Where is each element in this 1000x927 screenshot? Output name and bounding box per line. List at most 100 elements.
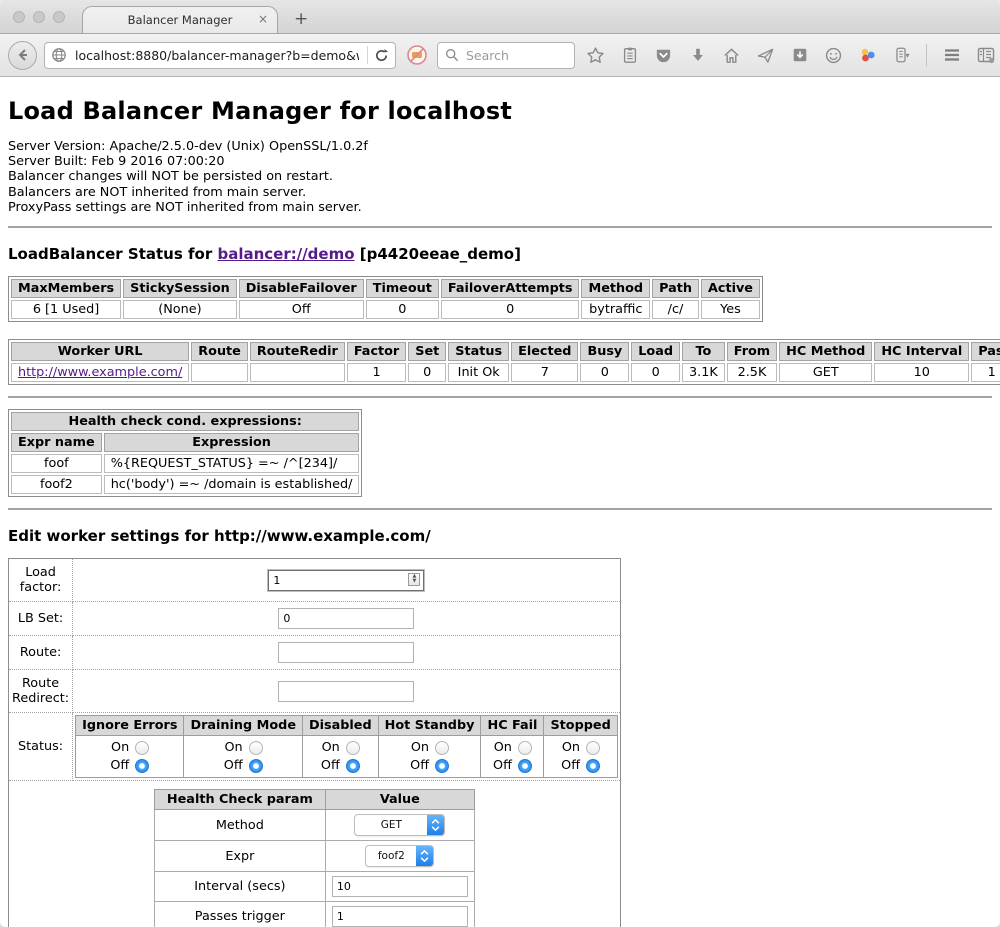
menu-button[interactable] (938, 42, 965, 69)
hc-fail-on-radio[interactable] (518, 741, 532, 755)
table-header-row: Expr name Expression (11, 433, 359, 452)
col-header: HC Method (779, 342, 872, 361)
table-title-row: Health check cond. expressions: (11, 412, 359, 431)
block-icon (406, 44, 428, 66)
feedback-button[interactable] (820, 42, 847, 69)
send-tab-button[interactable] (752, 42, 779, 69)
hc-row-passes: Passes trigger (154, 902, 474, 927)
cell-worker-url: http://www.example.com/ (11, 363, 189, 382)
extension-dots-button[interactable] (854, 42, 881, 69)
send-icon (756, 46, 775, 65)
bookmark-star-button[interactable] (582, 42, 609, 69)
hc-expr-select[interactable]: foof2 (365, 845, 434, 867)
url-divider (367, 46, 368, 64)
status-cell-hot-standby: On Off (378, 736, 481, 778)
cell-elected: 7 (511, 363, 578, 382)
cell-stickysession: (None) (123, 300, 237, 319)
balancer-link[interactable]: balancer://demo (217, 245, 354, 263)
stopped-on-radio[interactable] (586, 741, 600, 755)
hc-expr-label: Expr (154, 841, 325, 872)
reading-list-button[interactable] (616, 42, 643, 69)
col-header: Timeout (366, 279, 439, 298)
table-header-row: Worker URL Route RouteRedir Factor Set S… (11, 342, 1000, 361)
browser-tab[interactable]: Balancer Manager × (82, 6, 278, 33)
hc-interval-input[interactable] (332, 876, 468, 897)
download-icon (689, 46, 707, 64)
close-window-button[interactable] (13, 11, 25, 23)
panel-save-button[interactable] (786, 42, 813, 69)
col-header: Load (631, 342, 680, 361)
search-bar[interactable] (437, 42, 575, 69)
pocket-button[interactable] (650, 42, 677, 69)
col-header: From (727, 342, 777, 361)
ignore-errors-on-radio[interactable] (135, 741, 149, 755)
col-header: Elected (511, 342, 578, 361)
colored-dots-icon (858, 45, 878, 65)
minimize-window-button[interactable] (33, 11, 45, 23)
col-header: Method (581, 279, 650, 298)
title-bar: Balancer Manager × + (0, 0, 1000, 34)
zoom-window-button[interactable] (53, 11, 65, 23)
notice-persist-line: Balancer changes will NOT be persisted o… (8, 169, 992, 184)
cell-route (191, 363, 248, 382)
cell-path: /c/ (652, 300, 699, 319)
hot-standby-on-radio[interactable] (435, 741, 449, 755)
col-header: Active (701, 279, 760, 298)
route-input[interactable] (278, 642, 414, 663)
route-label: Route: (9, 636, 73, 670)
tab-close-icon[interactable]: × (258, 13, 268, 25)
back-button[interactable] (8, 41, 37, 70)
ignore-errors-off-radio[interactable] (135, 759, 149, 773)
col-header: RouteRedir (250, 342, 345, 361)
lb-set-input[interactable] (278, 608, 414, 629)
disabled-on-radio[interactable] (346, 741, 360, 755)
status-cell-hc-fail: On Off (481, 736, 544, 778)
cell-busy: 0 (580, 363, 629, 382)
cell-hc-interval: 10 (874, 363, 969, 382)
battery-button[interactable]: ▾ (888, 42, 915, 69)
url-bar[interactable] (44, 42, 396, 69)
col-header: Disabled (303, 716, 379, 736)
disabled-off-radio[interactable] (346, 759, 360, 773)
reload-icon[interactable] (374, 48, 389, 63)
cell-set: 0 (408, 363, 446, 382)
number-spinner-icon[interactable]: ▲▼ (408, 573, 420, 586)
url-input[interactable] (73, 47, 361, 64)
col-header: Busy (580, 342, 629, 361)
col-header: Route (191, 342, 248, 361)
sidebar-button[interactable] (972, 42, 999, 69)
col-header: Health Check param (154, 790, 325, 810)
col-header: HC Fail (481, 716, 544, 736)
cell-active: Yes (701, 300, 760, 319)
route-redirect-input[interactable] (278, 681, 414, 702)
content-blocker-button[interactable] (403, 42, 430, 69)
status-label: Status: (9, 713, 73, 781)
cell-expression: %{REQUEST_STATUS} =~ /^[234]/ (104, 454, 360, 473)
home-icon (722, 46, 741, 65)
hc-passes-input[interactable] (332, 906, 468, 927)
hc-row-method: Method GET (154, 810, 474, 841)
status-cell-stopped: On Off (544, 736, 617, 778)
notice-proxypass-line: ProxyPass settings are NOT inherited fro… (8, 200, 992, 215)
downloads-button[interactable] (684, 42, 711, 69)
hc-method-select[interactable]: GET (354, 814, 445, 836)
home-button[interactable] (718, 42, 745, 69)
sidebar-icon (976, 45, 996, 65)
hot-standby-off-radio[interactable] (435, 759, 449, 773)
stopped-off-radio[interactable] (586, 759, 600, 773)
worker-url-link[interactable]: http://www.example.com/ (18, 365, 182, 380)
star-icon (586, 46, 605, 65)
search-icon (445, 48, 459, 62)
draining-mode-off-radio[interactable] (249, 759, 263, 773)
page-title: Load Balancer Manager for localhost (8, 97, 992, 125)
new-tab-button[interactable]: + (294, 9, 308, 29)
draining-mode-on-radio[interactable] (249, 741, 263, 755)
search-input[interactable] (464, 47, 567, 64)
expr-row: foof2 hc('body') =~ /domain is establish… (11, 475, 359, 494)
select-stepper-icon (416, 846, 433, 866)
chevron-down-icon: ▾ (905, 51, 909, 60)
load-factor-input[interactable] (268, 570, 424, 591)
hc-header-row: Health Check param Value (154, 790, 474, 810)
hc-fail-off-radio[interactable] (518, 759, 532, 773)
status-radio-row: On Off On Off (76, 736, 618, 778)
